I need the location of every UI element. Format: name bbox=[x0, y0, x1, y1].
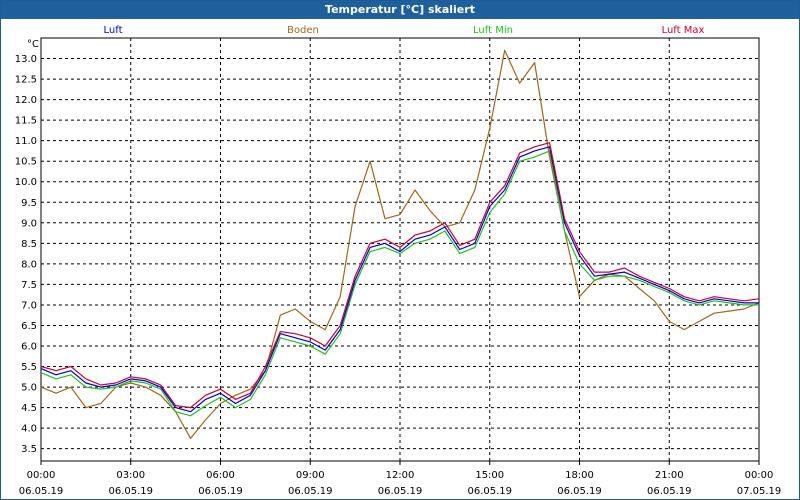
temperature-chart: 3.5 4.0 4.5 5.0 5.5 6.0 6.5 7.0 7.5 8.0 8.5 9.0 9.5 1… bbox=[15, 25, 782, 497]
x-tick-time: 00:00 bbox=[745, 470, 774, 481]
x-tick-date: 07.05.19 bbox=[737, 486, 782, 497]
y-axis-ticks: 3.5 4.0 4.5 5.0 5.5 6.0 6.5 7.0 7.5 8.0 8.5 9.0 9.5 1… bbox=[15, 54, 37, 455]
legend-item-luft: Luft bbox=[104, 25, 123, 36]
legend-item-luft-min: Luft Min bbox=[473, 25, 513, 36]
y-tick-label: 7.0 bbox=[21, 300, 37, 311]
y-tick-label: 7.5 bbox=[21, 280, 37, 291]
legend-item-luft-max: Luft Max bbox=[662, 25, 705, 36]
y-tick-label: 4.5 bbox=[21, 403, 37, 414]
x-tick-time: 21:00 bbox=[655, 470, 684, 481]
y-tick-label: 9.0 bbox=[21, 218, 37, 229]
y-tick-label: 10.5 bbox=[15, 157, 37, 168]
x-tick-time: 15:00 bbox=[475, 470, 504, 481]
x-tick-time: 03:00 bbox=[116, 470, 145, 481]
y-tick-label: 6.0 bbox=[21, 342, 37, 353]
x-tick-date: 06.05.19 bbox=[378, 486, 423, 497]
x-tick-time: 09:00 bbox=[296, 470, 325, 481]
x-tick-date: 06.05.19 bbox=[198, 486, 243, 497]
y-tick-label: 5.0 bbox=[21, 383, 37, 394]
x-tick-date: 06.05.19 bbox=[647, 486, 692, 497]
y-tick-label: 13.0 bbox=[15, 54, 37, 65]
x-axis-ticks: 00:00 06.05.19 03:00 06.05.19 06:00 06.05.19 0… bbox=[19, 461, 782, 497]
y-tick-label: 11.0 bbox=[15, 136, 37, 147]
legend: Luft Boden Luft Min Luft Max bbox=[104, 25, 705, 36]
x-tick-date: 06.05.19 bbox=[19, 486, 64, 497]
x-tick-date: 06.05.19 bbox=[108, 486, 153, 497]
y-tick-label: 10.0 bbox=[15, 177, 37, 188]
grid bbox=[41, 38, 759, 461]
legend-item-boden: Boden bbox=[287, 25, 319, 36]
y-tick-label: 8.5 bbox=[21, 239, 37, 250]
y-tick-label: 11.5 bbox=[15, 116, 37, 127]
y-tick-label: 5.5 bbox=[21, 362, 37, 373]
y-tick-label: 12.5 bbox=[15, 75, 37, 86]
y-tick-label: 3.5 bbox=[21, 444, 37, 455]
x-tick-date: 06.05.19 bbox=[557, 486, 602, 497]
x-tick-time: 06:00 bbox=[206, 470, 235, 481]
y-tick-label: 6.5 bbox=[21, 321, 37, 332]
y-axis-label: °C bbox=[27, 39, 39, 50]
y-tick-label: 9.5 bbox=[21, 198, 37, 209]
x-tick-time: 12:00 bbox=[386, 470, 415, 481]
y-tick-label: 4.0 bbox=[21, 424, 37, 435]
x-tick-date: 06.05.19 bbox=[288, 486, 333, 497]
x-tick-time: 18:00 bbox=[565, 470, 594, 481]
y-tick-label: 12.0 bbox=[15, 95, 37, 106]
x-tick-date: 06.05.19 bbox=[467, 486, 512, 497]
x-tick-time: 00:00 bbox=[27, 470, 56, 481]
y-tick-label: 8.0 bbox=[21, 259, 37, 270]
